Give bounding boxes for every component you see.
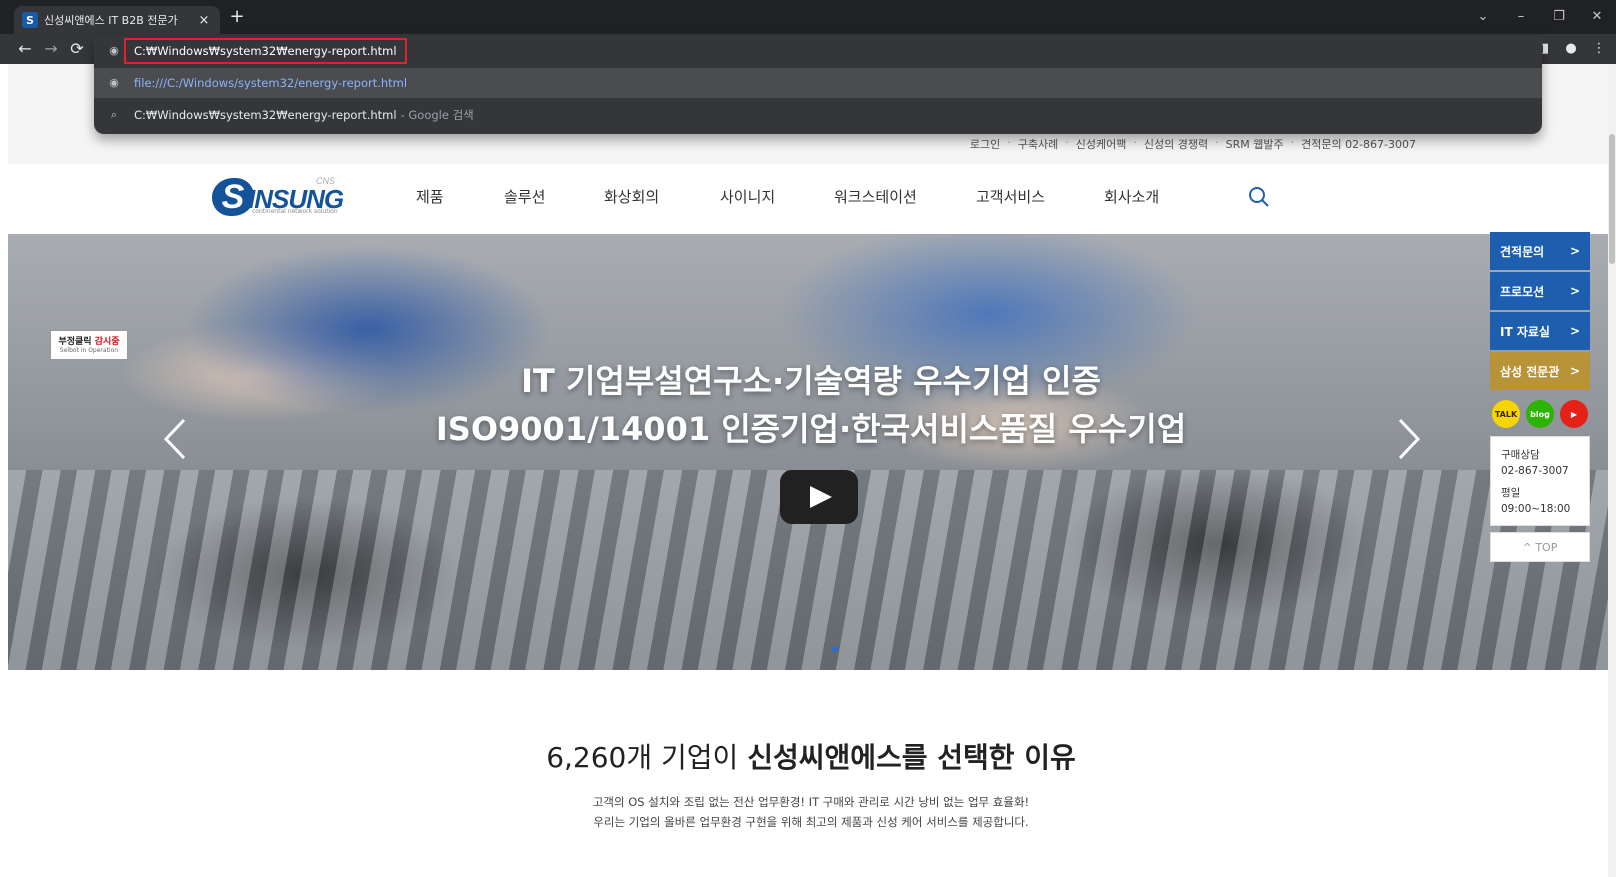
section-title-prefix: 6,260개 기업이: [546, 741, 748, 774]
site-favicon-icon: S: [22, 12, 38, 28]
quick-promotion-button[interactable]: 프로모션 >: [1490, 272, 1590, 310]
hero-headline-2: ISO9001/14001 인증기업·한국서비스품질 우수기업: [435, 410, 1187, 448]
blog-icon[interactable]: blog: [1526, 400, 1554, 428]
separator: ·: [1290, 136, 1295, 149]
srm-order-link[interactable]: SRM 웹발주: [1226, 136, 1284, 152]
youtube-icon[interactable]: ▶: [1560, 400, 1588, 428]
main-nav: 제품 솔루션 화상회의 사이니지 워크스테이션 고객서비스 회사소개: [8, 164, 1614, 234]
section-description-2: 우리는 기업의 올바른 업무환경 구현을 위해 최고의 제품과 신성 케어 서비…: [593, 815, 1029, 829]
quick-menu: 견적문의 > 프로모션 > IT 자료실 > 삼성 전문관 > TALK blog ▶ …: [1490, 232, 1590, 562]
quick-it-library-label: IT 자료실: [1500, 324, 1550, 339]
menu-icon[interactable]: ⋮: [1590, 38, 1608, 60]
profile-icon[interactable]: ●: [1562, 38, 1580, 60]
competitiveness-link[interactable]: 신성의 경쟁력: [1144, 136, 1208, 152]
suggestion-url-text: file:///C:/Windows/system32/energy-repor…: [134, 76, 408, 90]
hero-headline-1: IT 기업부설연구소·기술역량 우수기업 인증: [521, 362, 1101, 400]
web-page: 로그인 · 구축사례 · 신성케어팩 · 신성의 경쟁력 · SRM 웹발주 · 견적문의…: [8, 64, 1614, 877]
hours-label: 평일: [1501, 487, 1521, 499]
badge-subtitle: Selbot in Operation: [59, 347, 119, 354]
nav-customer-service[interactable]: 고객서비스: [976, 186, 1045, 207]
tab-title: 신성씨앤에스 IT B2B 전문가: [44, 14, 178, 27]
site-header: S INSUNG CNS continental network solutio…: [8, 164, 1614, 234]
tab-close-icon[interactable]: ×: [196, 13, 212, 28]
kakaotalk-icon[interactable]: TALK: [1492, 400, 1520, 428]
new-tab-button[interactable]: +: [226, 6, 248, 28]
chevron-right-icon: >: [1569, 324, 1580, 338]
section-description-1: 고객의 OS 설치와 조립 없는 전산 업무환경! IT 구매와 관리로 시간 …: [592, 795, 1030, 809]
nav-workstation[interactable]: 워크스테이션: [834, 186, 917, 207]
toolbar-actions: ◨ ● ⋮: [1534, 38, 1608, 60]
contact-card: 구매상담 02-867-3007 평일 09:00~18:00: [1490, 436, 1590, 526]
tab-bar: S 신성씨앤에스 IT B2B 전문가 × + ⌄ – ❐ ✕: [0, 0, 1616, 34]
login-link[interactable]: 로그인: [970, 136, 1000, 152]
business-hours: 09:00~18:00: [1501, 503, 1571, 515]
restore-icon[interactable]: ❐: [1540, 0, 1578, 34]
badge-highlight: 감시중: [94, 337, 120, 347]
quick-quote-button[interactable]: 견적문의 >: [1490, 232, 1590, 270]
nav-company[interactable]: 회사소개: [1104, 186, 1159, 207]
utility-links: 로그인 · 구축사례 · 신성케어팩 · 신성의 경쟁력 · SRM 웹발주 · 견적문의…: [970, 136, 1416, 152]
separator: ·: [1065, 136, 1069, 149]
suggestion-search[interactable]: ⌕ C:₩Windows₩system32₩energy-report.html…: [94, 100, 1542, 130]
browser-tab[interactable]: S 신성씨앤에스 IT B2B 전문가 ×: [14, 6, 220, 34]
omnibox-dropdown: ◉ C:₩Windows₩system32₩energy-report.html…: [94, 36, 1542, 134]
reload-icon[interactable]: ⟳: [66, 38, 88, 60]
care-pack-link[interactable]: 신성케어팩: [1076, 136, 1127, 152]
slide-indicator[interactable]: [832, 646, 838, 652]
close-window-icon[interactable]: ✕: [1578, 0, 1616, 34]
back-icon[interactable]: ←: [14, 38, 36, 60]
badge-label: 부정클릭: [58, 337, 95, 347]
nav-products[interactable]: 제품: [416, 186, 444, 207]
social-links: TALK blog ▶: [1492, 400, 1590, 428]
chevron-right-icon: >: [1569, 364, 1580, 378]
section-title: 6,260개 기업이 신성씨앤에스를 선택한 이유: [8, 736, 1614, 776]
prev-slide-chevron-icon[interactable]: [156, 414, 196, 464]
case-study-link[interactable]: 구축사례: [1018, 136, 1058, 152]
quick-it-library-button[interactable]: IT 자료실 >: [1490, 312, 1590, 350]
suggestion-search-text: C:₩Windows₩system32₩energy-report.html: [134, 108, 397, 122]
hero-banner: 부정클릭 감시중 Selbot in Operation IT 기업부설연구소·…: [8, 234, 1614, 670]
suggestion-url[interactable]: ◉ file:///C:/Windows/system32/energy-rep…: [94, 68, 1542, 98]
nav-solutions[interactable]: 솔루션: [504, 186, 545, 207]
tab-search-icon[interactable]: ⌄: [1464, 0, 1502, 34]
minimize-icon[interactable]: –: [1502, 0, 1540, 34]
window-controls: ⌄ – ❐ ✕: [1464, 0, 1616, 34]
play-icon: [810, 486, 832, 508]
contact-phone: 02-867-3007: [1501, 465, 1569, 477]
section-title-bold: 신성씨앤에스를 선택한 이유: [747, 741, 1076, 774]
forward-icon[interactable]: →: [40, 38, 62, 60]
contact-label: 구매상담: [1501, 449, 1540, 461]
quick-promotion-label: 프로모션: [1500, 284, 1545, 299]
play-video-button[interactable]: [780, 470, 858, 524]
site-info-icon[interactable]: ◉: [106, 43, 122, 59]
quick-samsung-label: 삼성 전문관: [1500, 364, 1560, 379]
scroll-top-button[interactable]: ^ TOP: [1490, 532, 1590, 562]
nav-signage[interactable]: 사이니지: [720, 186, 775, 207]
quick-quote-label: 견적문의: [1500, 244, 1545, 259]
chevron-right-icon: >: [1569, 284, 1580, 298]
address-bar[interactable]: ◉ C:₩Windows₩system32₩energy-report.html: [94, 36, 1542, 66]
browser-window: S 신성씨앤에스 IT B2B 전문가 × + ⌄ – ❐ ✕ ← → ⟳ ◨ …: [0, 0, 1616, 877]
search-icon: ⌕: [110, 108, 118, 121]
quote-phone-link[interactable]: 견적문의 02-867-3007: [1301, 136, 1416, 152]
address-input[interactable]: C:₩Windows₩system32₩energy-report.html: [124, 38, 407, 64]
separator: ·: [1215, 136, 1219, 149]
scrollbar-thumb[interactable]: [1609, 134, 1615, 264]
next-slide-chevron-icon[interactable]: [1388, 414, 1428, 464]
chevron-right-icon: >: [1569, 244, 1580, 258]
page-scrollbar[interactable]: [1608, 64, 1616, 877]
separator: ·: [1007, 136, 1011, 149]
separator: ·: [1133, 136, 1137, 149]
nav-video-conference[interactable]: 화상회의: [604, 186, 659, 207]
globe-icon: ◉: [109, 76, 119, 89]
search-icon[interactable]: [1248, 186, 1270, 208]
quick-samsung-button[interactable]: 삼성 전문관 >: [1490, 352, 1590, 390]
suggestion-search-sub: - Google 검색: [400, 108, 474, 122]
